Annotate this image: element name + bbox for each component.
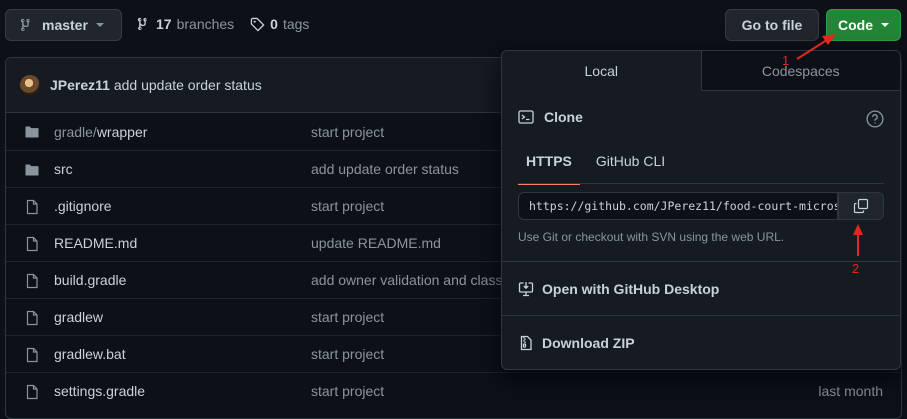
divider — [502, 315, 900, 316]
git-branch-icon — [137, 17, 147, 31]
tab-github-cli[interactable]: GitHub CLI — [588, 145, 673, 185]
commit-message-link[interactable]: start project — [311, 124, 384, 140]
clone-hint: Use Git or checkout with SVN using the w… — [518, 230, 785, 244]
tag-icon — [250, 17, 265, 32]
commit-time: last month — [818, 383, 883, 399]
file-icon — [24, 273, 40, 292]
download-zip-label: Download ZIP — [542, 335, 635, 351]
chevron-down-icon — [881, 23, 889, 27]
commit-message-link[interactable]: add update order status — [311, 161, 459, 177]
commit-message-link[interactable]: start project — [311, 346, 384, 362]
commit-message-link[interactable]: update README.md — [311, 235, 441, 251]
divider — [518, 183, 884, 184]
commit-message-link[interactable]: start project — [311, 198, 384, 214]
file-name-link[interactable]: src — [54, 161, 73, 177]
file-icon — [24, 310, 40, 329]
file-name-link[interactable]: README.md — [54, 235, 137, 251]
copy-url-button[interactable] — [838, 192, 884, 220]
branch-count: 17 — [156, 16, 172, 32]
question-icon[interactable] — [866, 110, 884, 128]
file-name: gradlew — [54, 309, 104, 325]
download-zip-button[interactable]: Download ZIP — [518, 335, 635, 351]
repo-meta: 17 branches 0 tags — [137, 16, 309, 32]
file-name: wrapper — [96, 123, 148, 140]
tag-count: 0 — [270, 16, 278, 32]
code-button-label: Code — [838, 17, 873, 33]
dropdown-tabs: Local Codespaces — [502, 51, 900, 91]
commit-message[interactable]: add update order status — [114, 77, 262, 93]
avatar[interactable] — [20, 75, 40, 95]
terminal-icon — [518, 110, 534, 124]
file-name: gradlew.bat — [54, 346, 126, 362]
file-icon — [24, 384, 40, 403]
file-name: settings.gradle — [54, 383, 146, 399]
open-desktop-label: Open with GitHub Desktop — [542, 281, 720, 297]
open-desktop-button[interactable]: Open with GitHub Desktop — [518, 281, 719, 297]
file-name-link[interactable]: build.gradle — [54, 272, 126, 288]
file-name-link[interactable]: gradle/wrapper — [54, 124, 147, 140]
clone-url-input[interactable]: https://github.com/JPerez11/food-court-m… — [518, 192, 838, 220]
tab-https[interactable]: HTTPS — [518, 145, 580, 185]
copy-icon — [853, 198, 869, 214]
file-name-link[interactable]: gradlew — [54, 309, 103, 325]
file-name: src — [54, 161, 73, 177]
tags-link[interactable]: 0 tags — [250, 16, 309, 32]
tab-codespaces[interactable]: Codespaces — [701, 51, 900, 90]
code-dropdown: Local Codespaces Clone HTTPS GitHub CLI … — [501, 50, 901, 370]
file-icon — [24, 199, 40, 218]
tab-local[interactable]: Local — [502, 51, 702, 91]
chevron-down-icon — [95, 23, 104, 27]
protocol-tabs: HTTPS GitHub CLI — [518, 145, 673, 185]
annotation-label-1: 1 — [782, 53, 790, 68]
branches-label: branches — [176, 16, 235, 32]
branch-name: master — [42, 17, 88, 33]
file-icon — [24, 347, 40, 366]
table-row: settings.gradle start project last month — [6, 372, 901, 409]
file-name-link[interactable]: settings.gradle — [54, 383, 145, 399]
file-zip-icon — [520, 335, 532, 351]
file-name-link[interactable]: gradlew.bat — [54, 346, 126, 362]
commit-message-link[interactable]: add owner validation and class — [311, 272, 502, 288]
go-to-file-button[interactable]: Go to file — [725, 9, 819, 41]
commit-message-link[interactable]: start project — [311, 383, 384, 399]
folder-icon — [24, 162, 40, 181]
branches-link[interactable]: 17 branches — [137, 16, 234, 32]
file-name: build.gradle — [54, 272, 127, 288]
file-path-prefix: gradle/ — [54, 123, 97, 140]
clone-heading: Clone — [518, 109, 583, 125]
file-name: .gitignore — [54, 198, 112, 214]
commit-message-link[interactable]: start project — [311, 309, 384, 325]
code-button[interactable]: Code — [826, 9, 901, 41]
folder-icon — [24, 124, 40, 143]
branch-selector-button[interactable]: master — [5, 9, 122, 41]
annotation-label-2: 2 — [852, 261, 860, 276]
clone-title: Clone — [544, 109, 583, 125]
desktop-download-icon — [518, 282, 534, 297]
file-name-link[interactable]: .gitignore — [54, 198, 112, 214]
file-name: README.md — [54, 235, 138, 251]
commit-author[interactable]: JPerez11 — [50, 77, 110, 93]
git-branch-icon — [20, 18, 30, 32]
divider — [502, 261, 900, 262]
file-icon — [24, 236, 40, 255]
tags-label: tags — [282, 16, 310, 32]
